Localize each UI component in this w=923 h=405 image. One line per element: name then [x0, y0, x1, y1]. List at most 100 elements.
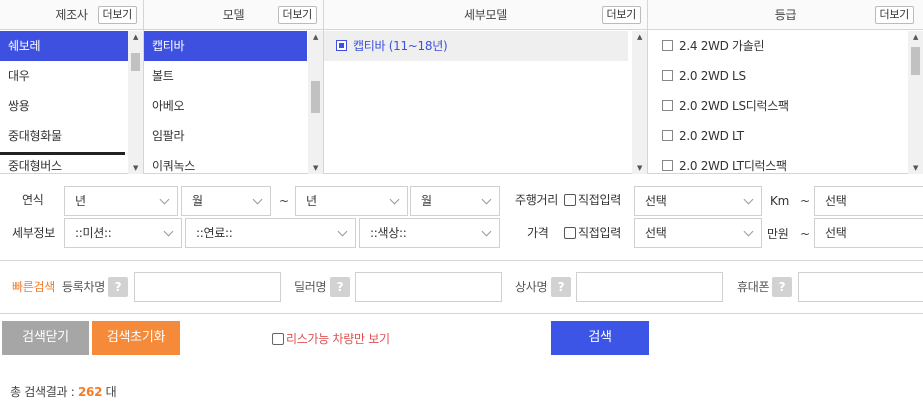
grade-label: 2.0 2WD LT	[679, 129, 744, 143]
chevron-down-icon	[337, 226, 348, 237]
scroll-up-icon[interactable]: ▲	[308, 31, 323, 43]
maker-scrollbar[interactable]: ▲ ▼	[128, 31, 143, 174]
scroll-thumb[interactable]	[311, 81, 320, 113]
model-header: 모델 더보기	[144, 0, 323, 30]
select-value: 년	[75, 194, 86, 208]
year-from-select[interactable]: 년	[64, 186, 178, 216]
price-from-select[interactable]: 선택	[634, 218, 762, 248]
checkbox-checked-icon[interactable]	[336, 40, 347, 51]
select-value: 월	[421, 194, 432, 208]
close-search-button[interactable]: 검색닫기	[2, 321, 89, 355]
scroll-down-icon[interactable]: ▼	[308, 162, 323, 174]
maker-title: 제조사	[55, 8, 88, 22]
model-item-impala[interactable]: 임팔라	[144, 121, 307, 151]
phone-label: 휴대폰	[737, 280, 770, 294]
select-value: 선택	[825, 226, 847, 240]
grade-scrollbar[interactable]: ▲ ▼	[908, 31, 923, 174]
company-input[interactable]	[576, 272, 723, 302]
model-more-button[interactable]: 더보기	[277, 6, 317, 24]
mission-select[interactable]: ::미션::	[64, 218, 182, 248]
reg-name-input[interactable]	[134, 272, 281, 302]
maker-item-chevrolet[interactable]: 쉐보레	[0, 31, 128, 61]
grade-label: 2.0 2WD LS디럭스팩	[679, 99, 789, 113]
checkbox-icon[interactable]	[272, 333, 284, 345]
checkbox-icon[interactable]	[564, 227, 576, 239]
month-from-select[interactable]: 월	[181, 186, 271, 216]
mileage-to-select[interactable]: 선택	[814, 186, 923, 216]
submodel-scrollbar[interactable]: ▲ ▼	[632, 31, 647, 174]
submodel-list: 캡티바 (11~18년)	[324, 31, 632, 174]
maker-more-button[interactable]: 더보기	[97, 6, 137, 24]
company-label: 상사명	[515, 280, 548, 294]
month-to-select[interactable]: 월	[410, 186, 500, 216]
color-select[interactable]: ::색상::	[359, 218, 500, 248]
price-unit: 만원	[767, 227, 789, 241]
quick-search-title: 빠른검색	[12, 280, 55, 294]
grade-item[interactable]: 2.0 2WD LS디럭스팩	[648, 91, 908, 121]
year-label: 연식	[22, 193, 44, 207]
grade-item[interactable]: 2.0 2WD LT디럭스팩	[648, 151, 908, 174]
maker-item-truck[interactable]: 중대형화물	[0, 121, 128, 151]
model-item-equinox[interactable]: 이쿼녹스	[144, 151, 307, 174]
grade-label: 2.0 2WD LT디럭스팩	[679, 159, 787, 173]
maker-header: 제조사 더보기	[0, 0, 143, 30]
grade-item[interactable]: 2.0 2WD LT	[648, 121, 908, 151]
column-resize-handle[interactable]	[0, 152, 125, 155]
price-to-select[interactable]: 선택	[814, 218, 923, 248]
fuel-select[interactable]: ::연료::	[185, 218, 356, 248]
select-value: 선택	[645, 226, 667, 240]
checkbox-icon[interactable]	[662, 40, 673, 51]
submodel-title: 세부모델	[464, 8, 507, 22]
scroll-down-icon[interactable]: ▼	[128, 162, 143, 174]
lease-only-toggle[interactable]: 리스가능 차량만 보기	[272, 330, 390, 347]
grade-list: 2.4 2WD 가솔린 2.0 2WD LS 2.0 2WD LS디럭스팩 2.…	[648, 31, 908, 174]
year-to-select[interactable]: 년	[295, 186, 408, 216]
checkbox-icon[interactable]	[662, 160, 673, 171]
search-button[interactable]: 검색	[551, 321, 649, 355]
grade-label: 2.4 2WD 가솔린	[679, 39, 765, 53]
result-prefix: 총 검색결과 :	[10, 385, 75, 399]
grade-more-button[interactable]: 더보기	[874, 6, 914, 24]
mileage-direct-input-toggle[interactable]: 직접입력	[564, 185, 621, 215]
help-icon[interactable]: ?	[330, 277, 350, 297]
mileage-unit: Km	[770, 194, 789, 208]
checkbox-icon[interactable]	[662, 70, 673, 81]
price-direct-input-toggle[interactable]: 직접입력	[564, 218, 621, 248]
scroll-up-icon[interactable]: ▲	[908, 31, 923, 43]
help-icon[interactable]: ?	[551, 277, 571, 297]
submodel-item-label: 캡티바 (11~18년)	[353, 39, 448, 53]
checkbox-icon[interactable]	[662, 100, 673, 111]
model-item-captiva[interactable]: 캡티바	[144, 31, 307, 61]
dealer-input[interactable]	[355, 272, 502, 302]
range-tilde: ~	[800, 194, 810, 208]
maker-item-daewoo[interactable]: 대우	[0, 61, 128, 91]
reset-search-button[interactable]: 검색초기화	[92, 321, 180, 355]
scroll-down-icon[interactable]: ▼	[632, 162, 647, 174]
model-item-volt[interactable]: 볼트	[144, 61, 307, 91]
model-item-aveo[interactable]: 아베오	[144, 91, 307, 121]
help-icon[interactable]: ?	[772, 277, 792, 297]
help-icon[interactable]: ?	[108, 277, 128, 297]
checkbox-icon[interactable]	[564, 194, 576, 206]
maker-item-ssangyong[interactable]: 쌍용	[0, 91, 128, 121]
filter-panel: 연식 년 월 ~ 년 월 주행거리 직접입력 선택 Km ~ 선택 세부정보 :…	[0, 175, 923, 261]
model-scrollbar[interactable]: ▲ ▼	[308, 31, 323, 174]
scroll-up-icon[interactable]: ▲	[632, 31, 647, 43]
mileage-label: 주행거리	[515, 193, 558, 207]
scroll-thumb[interactable]	[131, 53, 140, 71]
submodel-item-captiva[interactable]: 캡티바 (11~18년)	[324, 31, 628, 61]
grade-item[interactable]: 2.4 2WD 가솔린	[648, 31, 908, 61]
grade-header: 등급 더보기	[648, 0, 923, 30]
model-list: 캡티바 볼트 아베오 임팔라 이쿼녹스	[144, 31, 307, 174]
checkbox-icon[interactable]	[662, 130, 673, 141]
select-value: 선택	[645, 194, 667, 208]
grade-item[interactable]: 2.0 2WD LS	[648, 61, 908, 91]
submodel-more-button[interactable]: 더보기	[601, 6, 641, 24]
scroll-down-icon[interactable]: ▼	[908, 162, 923, 174]
scroll-thumb[interactable]	[911, 47, 920, 75]
mileage-from-select[interactable]: 선택	[634, 186, 762, 216]
reg-name-label: 등록차명	[62, 280, 105, 294]
model-column: 모델 더보기 캡티바 볼트 아베오 임팔라 이쿼녹스 ▲ ▼	[144, 0, 324, 174]
phone-input[interactable]	[798, 272, 923, 302]
scroll-up-icon[interactable]: ▲	[128, 31, 143, 43]
